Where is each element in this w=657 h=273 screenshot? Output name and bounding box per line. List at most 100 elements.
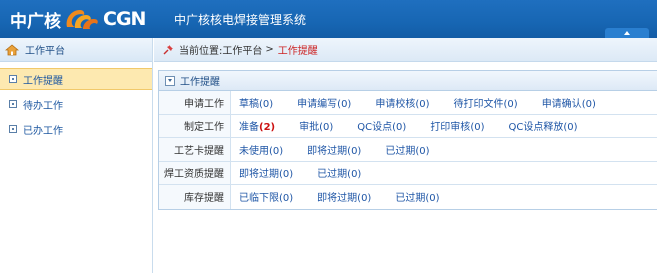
collapse-header-button[interactable] (605, 28, 649, 38)
table-row: 申请工作 草稿(0) 申请编写(0) 申请校核(0) 待打印文件(0) 申请确认(0) (159, 91, 657, 115)
table-row: 焊工资质提醒 即将过期(0) 已过期(0) (159, 161, 657, 185)
reminder-link[interactable]: 即将过期(0) (317, 189, 371, 204)
reminder-count: (0) (347, 145, 362, 157)
logo-en-text: CGN (103, 8, 146, 30)
reminder-link[interactable]: 即将过期(0) (307, 142, 361, 157)
reminder-link[interactable]: 即将过期(0) (239, 165, 293, 180)
row-label: 制定工作 (159, 114, 231, 137)
reminder-link-text: 即将过期 (239, 169, 279, 181)
cgn-logo: 中广核 CGN (10, 7, 146, 32)
sidebar-item-label: 已办工作 (23, 125, 63, 137)
reminder-count: (0) (581, 98, 596, 110)
reminder-link[interactable]: 打印审核(0) (430, 118, 484, 133)
table-row: 制定工作 准备(2) 审批(0) QC设点(0) 打印审核(0) QC设点释放(0) (159, 114, 657, 138)
reminder-link[interactable]: 准备(2) (239, 118, 275, 133)
reminder-link[interactable]: 审批(0) (299, 118, 333, 133)
reminder-link[interactable]: 已临下限(0) (239, 189, 293, 204)
app-header: 中广核 CGN 中广核核电焊接管理系统 (0, 0, 657, 38)
reminder-link-text: 已过期 (385, 145, 416, 157)
breadcrumb: 当前位置: 工作平台 > 工作提醒 (154, 38, 657, 62)
reminder-link[interactable]: 申请确认(0) (542, 95, 596, 110)
collapse-toggle-icon[interactable] (165, 75, 175, 86)
sidebar: 工作平台 工作提醒 待办工作 已办工作 (0, 38, 153, 273)
reminder-link-text: 已临下限 (239, 193, 279, 205)
reminder-count: (0) (357, 193, 372, 205)
sidebar-header[interactable]: 工作平台 (0, 38, 152, 62)
reminder-link-text: 准备 (239, 122, 259, 134)
reminder-link[interactable]: 草稿(0) (239, 95, 273, 110)
reminder-link-text: QC设点释放 (508, 122, 564, 134)
row-items: 草稿(0) 申请编写(0) 申请校核(0) 待打印文件(0) 申请确认(0) (231, 91, 620, 114)
reminder-count: (0) (279, 169, 294, 181)
reminder-count: (0) (337, 98, 352, 110)
list-bullet-icon (9, 125, 17, 133)
reminder-link[interactable]: 申请校核(0) (375, 95, 429, 110)
panel-title: 工作提醒 (180, 77, 220, 88)
row-items: 已临下限(0) 即将过期(0) 已过期(0) (231, 185, 464, 209)
pin-icon (163, 44, 173, 54)
reminder-count: (0) (259, 98, 274, 110)
reminder-count: (0) (425, 193, 440, 205)
row-label: 申请工作 (159, 91, 231, 114)
reminder-link-text: 申请校核 (375, 98, 416, 110)
reminder-count: (0) (319, 122, 334, 134)
logo-cn-text: 中广核 (10, 11, 61, 32)
reminder-link[interactable]: 已过期(0) (395, 189, 439, 204)
reminder-link-text: 已过期 (395, 193, 426, 205)
row-items: 未使用(0) 即将过期(0) 已过期(0) (231, 138, 454, 161)
reminder-link-text: 打印审核 (430, 122, 471, 134)
row-label: 库存提醒 (159, 185, 231, 209)
reminder-link-text: 申请编写 (297, 98, 338, 110)
panel-header[interactable]: 工作提醒 (159, 71, 657, 91)
table-row: 库存提醒 已临下限(0) 即将过期(0) 已过期(0) (159, 185, 657, 209)
reminder-link-text: 待打印文件 (453, 98, 504, 110)
row-items: 即将过期(0) 已过期(0) (231, 162, 385, 185)
reminder-table: 申请工作 草稿(0) 申请编写(0) 申请校核(0) 待打印文件(0) 申请确认(0) 制定… (159, 91, 657, 209)
sidebar-title: 工作平台 (25, 46, 65, 57)
reminder-link[interactable]: 未使用(0) (239, 142, 283, 157)
reminder-count: (0) (470, 122, 485, 134)
reminder-link-text: 未使用 (239, 145, 269, 157)
reminder-count: (0) (347, 169, 362, 181)
reminder-count: (0) (503, 98, 518, 110)
reminder-count: (0) (415, 98, 430, 110)
reminder-count: (0) (563, 122, 578, 134)
list-bullet-icon (9, 75, 17, 83)
reminder-count: (2) (259, 122, 276, 134)
reminder-link[interactable]: QC设点释放(0) (508, 118, 577, 133)
table-row: 工艺卡提醒 未使用(0) 即将过期(0) 已过期(0) (159, 138, 657, 162)
reminder-link[interactable]: QC设点(0) (357, 118, 406, 133)
reminder-link-text: 审批 (299, 122, 320, 134)
breadcrumb-current: 工作提醒 (277, 46, 318, 57)
reminder-link-text: 即将过期 (307, 145, 348, 157)
sidebar-item-done-work[interactable]: 已办工作 (0, 118, 152, 140)
reminder-link-text: 已过期 (317, 169, 348, 181)
reminder-link-text: 草稿 (239, 98, 259, 110)
reminder-link[interactable]: 待打印文件(0) (454, 95, 518, 110)
row-items: 准备(2) 审批(0) QC设点(0) 打印审核(0) QC设点释放(0) (231, 115, 602, 138)
breadcrumb-path[interactable]: 工作平台 (222, 42, 262, 57)
sidebar-item-label: 工作提醒 (23, 75, 63, 87)
sidebar-item-label: 待办工作 (23, 100, 63, 112)
row-label: 工艺卡提醒 (159, 138, 231, 161)
home-icon (5, 43, 19, 55)
sidebar-item-pending-work[interactable]: 待办工作 (0, 93, 152, 115)
reminder-link-text: 申请确认 (541, 98, 582, 110)
work-reminder-panel: 工作提醒 申请工作 草稿(0) 申请编写(0) 申请校核(0) 待打印文件(0) 申请确认… (158, 70, 657, 210)
reminder-count: (0) (392, 122, 407, 134)
reminder-count: (0) (269, 145, 284, 157)
reminder-link[interactable]: 已过期(0) (317, 165, 361, 180)
cgn-logo-mark-icon (66, 10, 98, 29)
reminder-link-text: 即将过期 (317, 193, 358, 205)
reminder-link[interactable]: 已过期(0) (385, 142, 429, 157)
breadcrumb-prefix: 当前位置: (179, 46, 223, 57)
breadcrumb-separator: > (265, 44, 274, 55)
reminder-link[interactable]: 申请编写(0) (297, 95, 351, 110)
system-title: 中广核核电焊接管理系统 (174, 13, 307, 27)
list-bullet-icon (9, 100, 17, 108)
reminder-count: (0) (415, 145, 430, 157)
row-label: 焊工资质提醒 (159, 161, 231, 184)
reminder-link-text: QC设点 (357, 122, 393, 134)
reminder-count: (0) (279, 193, 294, 205)
sidebar-item-work-reminder[interactable]: 工作提醒 (0, 68, 152, 90)
